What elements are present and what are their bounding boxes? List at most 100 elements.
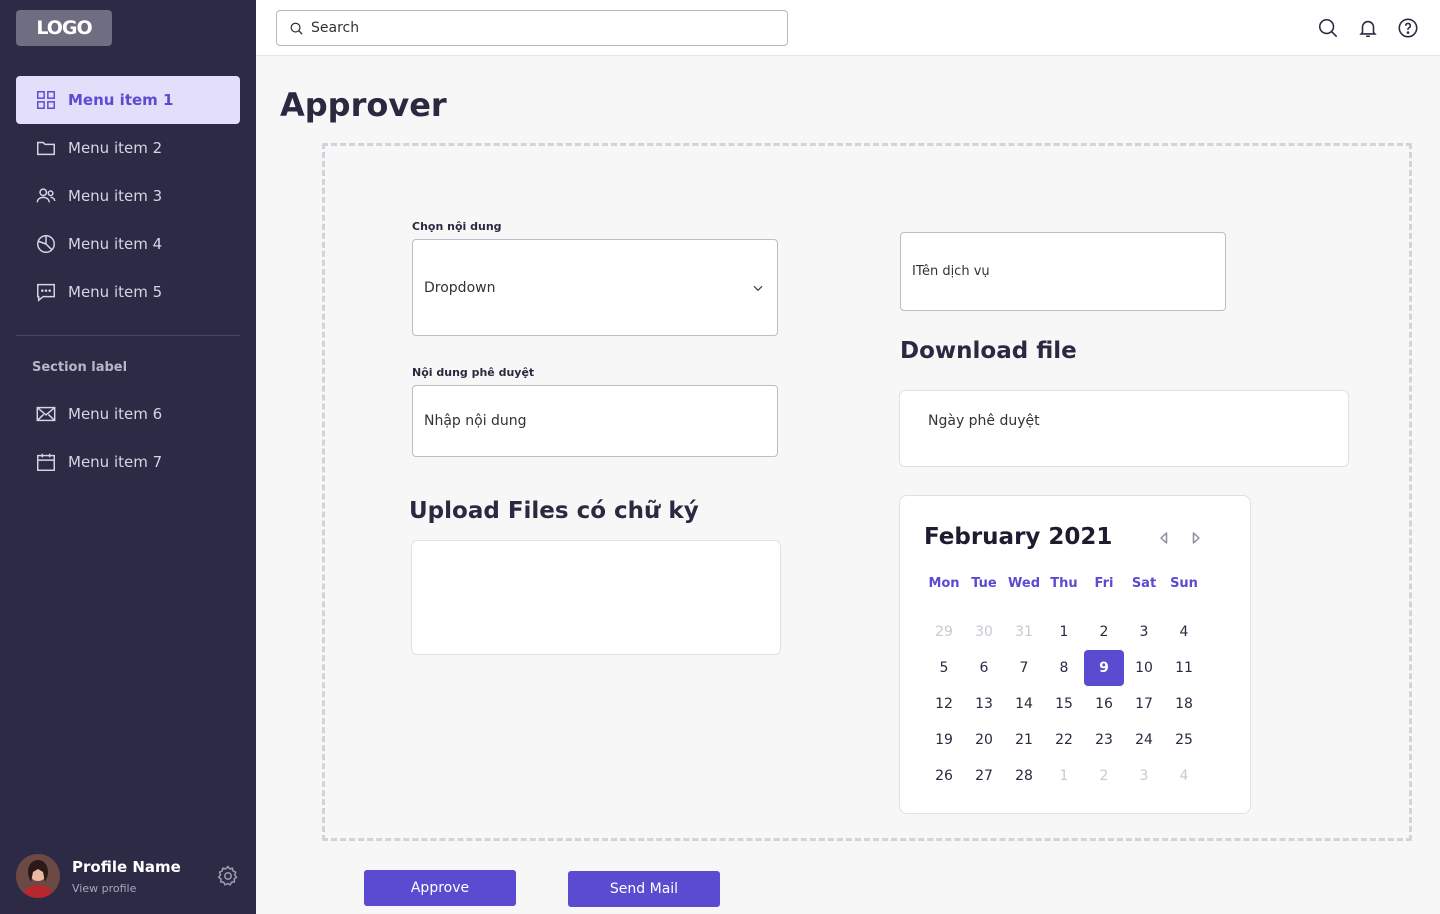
calendar-day[interactable]: 4	[1164, 758, 1204, 794]
date-picker-calendar: February 2021 Mon Tue Wed Thu Fri Sat Sun 29 30 3…	[899, 495, 1251, 814]
calendar-day[interactable]: 29	[924, 614, 964, 650]
calendar-day[interactable]: 20	[964, 722, 1004, 758]
chevron-right-icon[interactable]	[1188, 530, 1204, 546]
download-file-title: Download file	[900, 338, 1077, 364]
calendar-day[interactable]: 28	[1004, 758, 1044, 794]
calendar-day[interactable]: 24	[1124, 722, 1164, 758]
logo[interactable]: LOGO	[16, 10, 112, 46]
section-label: Section label	[32, 360, 128, 375]
calendar-day[interactable]: 9	[1084, 650, 1124, 686]
profile[interactable]: Profile Name View profile	[16, 854, 240, 898]
calendar-spacer	[924, 598, 1204, 614]
approval-content-input[interactable]: Nhập nội dung	[412, 385, 778, 457]
calendar-day[interactable]: 8	[1044, 650, 1084, 686]
calendar-day[interactable]: 12	[924, 686, 964, 722]
sidebar-item-3[interactable]: Menu item 3	[16, 172, 240, 220]
calendar-day[interactable]: 27	[964, 758, 1004, 794]
sidebar: LOGO Menu item 1 Menu item 2 Menu item 3…	[0, 0, 256, 914]
dropdown-value: Dropdown	[424, 279, 496, 296]
sidebar-item-label: Menu item 6	[68, 405, 163, 423]
sidebar-item-7[interactable]: Menu item 7	[16, 438, 240, 486]
calendar-day[interactable]: 1	[1044, 758, 1084, 794]
sidebar-item-1[interactable]: Menu item 1	[16, 76, 240, 124]
users-icon	[34, 184, 58, 208]
calendar-day[interactable]: 3	[1124, 614, 1164, 650]
calendar-day[interactable]: 23	[1084, 722, 1124, 758]
search-icon	[290, 22, 303, 35]
mail-icon	[34, 402, 58, 426]
avatar[interactable]	[16, 854, 60, 898]
search-input[interactable]	[311, 20, 771, 36]
calendar-day[interactable]: 11	[1164, 650, 1204, 686]
sidebar-item-6[interactable]: Menu item 6	[16, 390, 240, 438]
message-icon	[34, 280, 58, 304]
pie-chart-icon	[34, 232, 58, 256]
search-bar[interactable]	[276, 10, 788, 46]
content-dropdown[interactable]: Dropdown	[412, 239, 778, 336]
search-icon[interactable]	[1316, 16, 1340, 40]
calendar-icon	[34, 450, 58, 474]
chevron-down-icon	[753, 285, 763, 291]
calendar-day[interactable]: 1	[1044, 614, 1084, 650]
calendar-day[interactable]: 13	[964, 686, 1004, 722]
calendar-day[interactable]: 14	[1004, 686, 1044, 722]
calendar-day[interactable]: 25	[1164, 722, 1204, 758]
grid-icon	[34, 88, 58, 112]
sidebar-menu: Menu item 1 Menu item 2 Menu item 3 Menu…	[16, 76, 240, 316]
approval-date-label: Ngày phê duyệt	[928, 413, 1040, 429]
approval-content-label: Nội dung phê duyệt	[412, 366, 535, 379]
sidebar-item-label: Menu item 3	[68, 187, 163, 205]
sidebar-item-label: Menu item 4	[68, 235, 163, 253]
calendar-day[interactable]: 30	[964, 614, 1004, 650]
calendar-day[interactable]: 18	[1164, 686, 1204, 722]
weekday-label: Fri	[1094, 575, 1114, 591]
calendar-day[interactable]: 5	[924, 650, 964, 686]
calendar-day[interactable]: 4	[1164, 614, 1204, 650]
weekday-label: Sat	[1131, 575, 1157, 591]
approve-button[interactable]: Approve	[364, 870, 516, 906]
calendar-day[interactable]: 19	[924, 722, 964, 758]
gear-icon[interactable]	[216, 864, 240, 888]
sidebar-menu-secondary: Menu item 6 Menu item 7	[16, 390, 240, 486]
service-name-field[interactable]: ITên dịch vụ	[900, 232, 1226, 311]
help-icon[interactable]	[1396, 16, 1420, 40]
topbar	[256, 0, 1440, 56]
upload-dropzone[interactable]	[411, 540, 781, 655]
sidebar-item-2[interactable]: Menu item 2	[16, 124, 240, 172]
view-profile-link[interactable]: View profile	[72, 882, 136, 895]
sidebar-item-label: Menu item 2	[68, 139, 163, 157]
calendar-month-title: February 2021	[924, 524, 1113, 550]
bell-icon[interactable]	[1356, 16, 1380, 40]
calendar-day[interactable]: 10	[1124, 650, 1164, 686]
calendar-day[interactable]: 21	[1004, 722, 1044, 758]
weekday-label: Wed	[1008, 575, 1040, 591]
calendar-day[interactable]: 7	[1004, 650, 1044, 686]
sidebar-item-4[interactable]: Menu item 4	[16, 220, 240, 268]
weekday-label: Tue	[971, 575, 997, 591]
calendar-day[interactable]: 6	[964, 650, 1004, 686]
folder-icon	[34, 136, 58, 160]
calendar-day[interactable]: 15	[1044, 686, 1084, 722]
calendar-day[interactable]: 16	[1084, 686, 1124, 722]
calendar-day[interactable]: 2	[1084, 614, 1124, 650]
calendar-day[interactable]: 26	[924, 758, 964, 794]
profile-name: Profile Name	[72, 858, 181, 876]
approval-date-field[interactable]: Ngày phê duyệt	[899, 390, 1349, 467]
chevron-left-icon[interactable]	[1156, 530, 1172, 546]
weekday-label: Sun	[1170, 575, 1198, 591]
calendar-day[interactable]: 17	[1124, 686, 1164, 722]
calendar-grid: Mon Tue Wed Thu Fri Sat Sun 29 30 31 1 2 3 4 5 6 7 8 9 10 11…	[924, 568, 1204, 794]
sidebar-item-label: Menu item 5	[68, 283, 163, 301]
top-icons	[1316, 16, 1420, 40]
select-content-label: Chọn nội dung	[412, 220, 502, 233]
calendar-day[interactable]: 31	[1004, 614, 1044, 650]
weekday-label: Thu	[1050, 575, 1078, 591]
sidebar-item-label: Menu item 1	[68, 91, 174, 109]
calendar-day[interactable]: 22	[1044, 722, 1084, 758]
calendar-day[interactable]: 2	[1084, 758, 1124, 794]
page-title: Approver	[280, 86, 447, 124]
sidebar-item-5[interactable]: Menu item 5	[16, 268, 240, 316]
send-mail-button[interactable]: Send Mail	[568, 871, 720, 907]
sidebar-divider	[16, 335, 240, 336]
calendar-day[interactable]: 3	[1124, 758, 1164, 794]
